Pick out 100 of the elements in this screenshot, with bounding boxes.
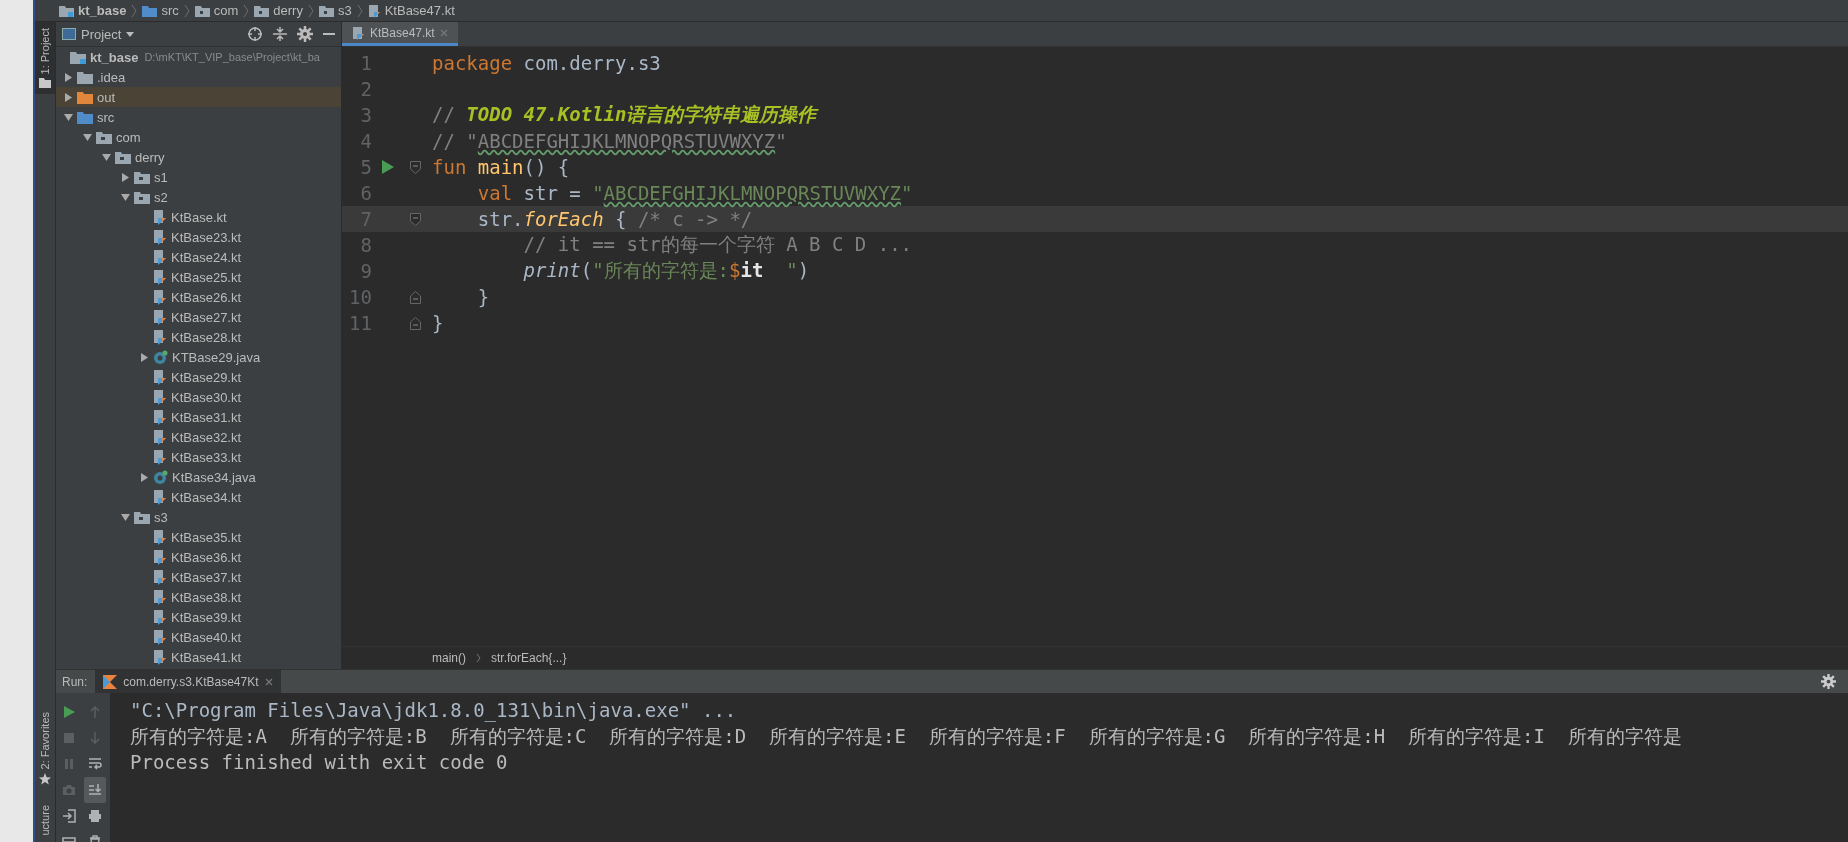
fold-icon[interactable] [409, 290, 421, 304]
tree-item[interactable]: s3 [56, 507, 341, 527]
chevron-icon [356, 3, 363, 18]
breadcrumb-item[interactable]: s3 [318, 3, 352, 18]
tree-item[interactable]: .idea [56, 67, 341, 87]
tree-item[interactable]: out [56, 87, 341, 107]
code-line: 9 print("所有的字符是:$it ") [359, 258, 811, 284]
tree-item[interactable]: KtBase39.kt [56, 607, 341, 627]
folder-icon [77, 110, 93, 124]
tree-item[interactable]: KtBase34.kt [56, 487, 341, 507]
chevron-icon [131, 3, 138, 18]
run-icon[interactable] [382, 160, 394, 174]
locate-icon[interactable] [247, 26, 263, 42]
folder-icon [59, 4, 74, 17]
settings-icon[interactable] [1821, 674, 1836, 689]
tree-item[interactable]: com [56, 127, 341, 147]
project-tool-button[interactable]: 1: Project [35, 22, 55, 95]
code-line: 11 } [348, 311, 445, 336]
project-view-dropdown[interactable]: Project [62, 26, 135, 42]
folder-icon [96, 130, 112, 144]
breadcrumb-item[interactable]: derry [254, 3, 303, 18]
code-line: 3 // TODO 47.Kotlin语言的字符串遍历操作 [359, 102, 820, 128]
settings-icon[interactable] [297, 26, 313, 42]
folder-icon [254, 4, 270, 17]
breadcrumb-item[interactable]: KtBase47.kt [367, 3, 455, 18]
run-tab[interactable]: com.derry.s3.KtBase47Kt [95, 670, 281, 693]
tree-item[interactable]: KtBase33.kt [56, 447, 341, 467]
tree-item[interactable]: KtBase25.kt [56, 267, 341, 287]
kotlin-file-icon [153, 569, 167, 585]
tree-item[interactable]: KtBase23.kt [56, 227, 341, 247]
folder-icon [77, 70, 93, 84]
editor-tab[interactable]: KtBase47.kt [342, 22, 458, 46]
kotlin-file-icon [153, 329, 167, 345]
run-panel-title: Run: [61, 674, 89, 689]
tree-item[interactable]: KtBase.kt [56, 207, 341, 227]
tree-item[interactable]: KtBase35.kt [56, 527, 341, 547]
breadcrumb-item[interactable]: main() [432, 651, 466, 665]
breadcrumb-item[interactable]: com [194, 3, 239, 18]
kotlin-file-icon [153, 209, 167, 225]
tree-item[interactable]: KtBase26.kt [56, 287, 341, 307]
fold-icon[interactable] [409, 316, 421, 330]
tree-item[interactable]: KtBase31.kt [56, 407, 341, 427]
breadcrumb-item[interactable]: kt_base [59, 3, 127, 18]
console-line: "C:\Program Files\Java\jdk1.8.0_131\bin\java.exe" ... [130, 698, 738, 723]
breadcrumb-item[interactable]: str.forEach{...} [491, 651, 567, 665]
minimize-icon[interactable] [323, 32, 335, 36]
breadcrumb-item[interactable]: src [142, 3, 179, 18]
tree-item[interactable]: s2 [56, 187, 341, 207]
folder-icon [70, 50, 86, 64]
tree-item[interactable]: KtBase36.kt [56, 547, 341, 567]
code-line: 4 // "ABCDEFGHIJKLMNOPQRSTUVWXYZ" [359, 129, 788, 154]
tree-item[interactable]: KTBase29.java [56, 347, 341, 367]
tree-item[interactable]: KtBase40.kt [56, 627, 341, 647]
close-icon[interactable] [264, 677, 273, 686]
code-line: 10 } [348, 285, 491, 310]
kotlin-file-icon [367, 3, 381, 18]
folder-icon [115, 150, 131, 164]
tree-item[interactable]: KtBase32.kt [56, 427, 341, 447]
kotlin-file-icon [153, 249, 167, 265]
tool-window-button[interactable]: ucture [35, 799, 55, 842]
code-line: 6 val str = "ABCDEFGHIJKLMNOPQRSTUVWXYZ" [359, 181, 914, 206]
collapse-all-icon[interactable] [273, 26, 287, 42]
tree-item[interactable]: KtBase29.kt [56, 367, 341, 387]
chevron-icon [307, 3, 314, 18]
tree-item[interactable]: derry [56, 147, 341, 167]
kotlin-file-icon [153, 529, 167, 545]
tree-item[interactable]: src [56, 107, 341, 127]
star-icon [39, 773, 51, 786]
kotlin-file-icon [153, 649, 167, 665]
kotlin-file-icon [153, 609, 167, 625]
kotlin-file-icon [153, 629, 167, 645]
console-line: Process finished with exit code 0 [130, 750, 509, 775]
tree-item[interactable]: KtBase28.kt [56, 327, 341, 347]
kotlin-file-icon [153, 289, 167, 305]
kotlin-file-icon [153, 549, 167, 565]
tree-item[interactable]: KtBase41.kt [56, 647, 341, 667]
tree-item[interactable]: KtBase37.kt [56, 567, 341, 587]
caret-icon[interactable] [139, 472, 149, 482]
scroll-end-icon[interactable] [84, 777, 106, 803]
tree-item[interactable]: KtBase27.kt [56, 307, 341, 327]
tree-item[interactable]: s1 [56, 167, 341, 187]
tree-item[interactable]: KtBase34.java [56, 467, 341, 487]
fold-icon[interactable] [409, 160, 421, 174]
folder-icon [318, 4, 334, 17]
tool-window-button[interactable]: 2: Favorites [35, 705, 55, 792]
tree-item[interactable]: KtBase38.kt [56, 587, 341, 607]
folder-icon [134, 190, 150, 204]
kotlin-file-icon [352, 25, 365, 40]
folder-icon [134, 170, 150, 184]
kotlin-file-icon [153, 369, 167, 385]
fold-icon[interactable] [409, 212, 421, 226]
caret-icon[interactable] [120, 512, 130, 522]
tree-item[interactable]: kt_base D:\mKT\KT_VIP_base\Project\kt_ba [56, 47, 341, 67]
chevron-icon [183, 3, 190, 18]
folder-icon [134, 510, 150, 524]
caret-icon[interactable] [139, 352, 149, 362]
java-class-icon [153, 349, 168, 365]
tree-item[interactable]: KtBase30.kt [56, 387, 341, 407]
chevron-icon [243, 3, 250, 18]
tree-item[interactable]: KtBase24.kt [56, 247, 341, 267]
